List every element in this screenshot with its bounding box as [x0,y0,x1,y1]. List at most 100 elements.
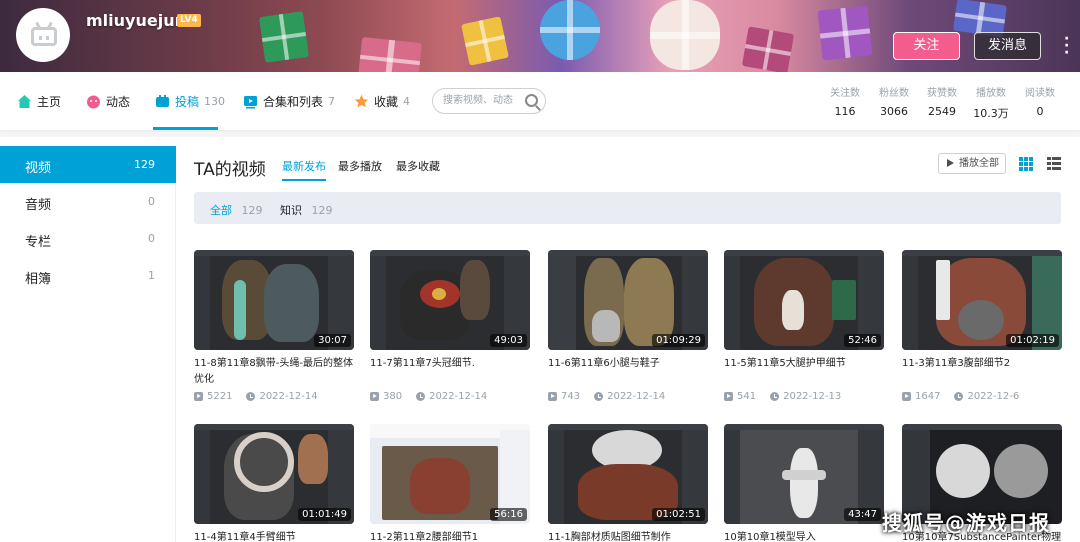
sidebar-item-count: 0 [148,232,155,245]
video-date: 2022-12-14 [259,391,318,402]
video-thumbnail[interactable]: 01:09:29 [548,250,708,350]
sort-tab-most-played[interactable]: 最多播放 [338,158,382,174]
video-title[interactable]: 11-6第11章6小腿与鞋子 [548,356,708,372]
video-meta: 1647 2022-12-6 [902,391,1019,402]
message-button[interactable]: 发消息 [974,32,1041,60]
video-thumbnail[interactable]: 01:01:49 [194,424,354,524]
sidebar-item-articles[interactable]: 专栏 0 [0,220,176,257]
tab-dynamic[interactable]: 动态 [86,72,130,130]
clock-icon [416,392,426,401]
video-title[interactable]: 11-1胸部材质贴图细节制作 [548,530,708,542]
sidebar-item-label: 视频 [25,161,52,176]
stat-following[interactable]: 关注数 116 [820,84,870,118]
sidebar-item-video[interactable]: 视频 129 [0,146,176,183]
sidebar-item-albums[interactable]: 相簿 1 [0,257,176,294]
tab-collections[interactable]: 合集和列表 7 [243,72,335,130]
video-thumbnail[interactable]: 30:07 [194,250,354,350]
video-title[interactable]: 11-8第11章8飘带-头绳-最后的整体优化 [194,356,354,388]
follow-button[interactable]: 关注 [893,32,960,60]
home-icon [17,94,32,109]
profile-nav: 主页 动态 投稿 130 合集和列表 7 收藏 4 搜索视频、动态 关注数 11… [0,72,1080,130]
source-watermark: 搜狐号@游戏日报 [882,511,1050,535]
clock-icon [770,392,780,401]
collection-icon [243,94,258,109]
more-menu-icon[interactable]: · · · [1064,32,1069,60]
tab-home-label: 主页 [37,94,62,109]
video-thumbnail[interactable]: 01:02:19 [902,250,1062,350]
list-view-icon[interactable] [1047,157,1061,171]
category-filter-bar: 全部 129 知识 129 [194,192,1061,224]
filter-knowledge[interactable]: 知识 129 [280,202,333,218]
video-title[interactable]: 11-5第11章5大腿护甲细节 [724,356,884,372]
sidebar-item-label: 相簿 [25,272,52,287]
video-thumbnail[interactable]: 43:47 [724,424,884,524]
video-play-count: 743 [561,391,581,402]
video-duration: 43:47 [844,508,881,521]
search-input[interactable]: 搜索视频、动态 [432,88,546,114]
tab-collections-count: 7 [328,94,336,108]
play-count-icon [548,392,557,401]
tab-favorites-count: 4 [403,94,411,108]
upload-icon [155,94,170,109]
clock-icon [246,392,256,401]
video-thumbnail[interactable]: 52:46 [724,250,884,350]
video-play-count: 380 [383,391,403,402]
video-duration: 01:01:49 [298,508,351,521]
username[interactable]: mliuyuejun [86,11,186,30]
play-icon [947,159,954,167]
stat-fans[interactable]: 粉丝数 3066 [869,84,919,118]
video-title[interactable]: 11-7第11章7头冠细节. [370,356,530,372]
banner-character-decoration [540,0,600,60]
video-meta: 380 2022-12-14 [370,391,487,402]
tab-home[interactable]: 主页 [17,72,61,130]
sort-tab-latest[interactable]: 最新发布 [282,158,326,181]
video-thumbnail[interactable]: 56:16 [370,424,530,524]
grid-view-icon[interactable] [1019,157,1033,171]
tab-upload-label: 投稿 [175,94,200,109]
banner-character-decoration [650,0,720,70]
play-count-icon [902,392,911,401]
video-play-count: 541 [737,391,757,402]
sidebar-item-count: 129 [134,158,155,171]
avatar[interactable] [16,8,70,62]
sort-tab-most-favorited[interactable]: 最多收藏 [396,158,440,174]
tab-favorites-label: 收藏 [374,94,399,109]
banner-gift-decoration [817,5,873,61]
video-meta: 743 2022-12-14 [548,391,665,402]
video-play-count: 1647 [915,391,941,402]
video-duration: 56:16 [490,508,527,521]
video-thumbnail[interactable]: 49:03 [370,250,530,350]
sidebar-item-audio[interactable]: 音频 0 [0,183,176,220]
content-sidebar: 视频 129 音频 0 专栏 0 相簿 1 [0,146,176,542]
video-duration: 01:09:29 [652,334,705,347]
video-title[interactable]: 11-2第11章2腰部细节1 [370,530,530,542]
sidebar-item-label: 音频 [25,198,52,213]
filter-all[interactable]: 全部 129 [210,202,263,218]
tab-upload-count: 130 [204,94,226,108]
search-icon[interactable] [525,94,538,107]
play-all-button[interactable]: 播放全部 [938,153,1006,174]
video-title[interactable]: 10第10章1模型导入 [724,530,884,542]
video-duration: 01:02:19 [1006,334,1059,347]
video-date: 2022-12-14 [429,391,488,402]
video-date: 2022-12-6 [967,391,1020,402]
stat-plays-value: 10.3万 [973,107,1009,120]
tab-upload[interactable]: 投稿 130 [155,72,225,130]
search-placeholder: 搜索视频、动态 [443,95,513,106]
video-title[interactable]: 11-3第11章3腹部细节2 [902,356,1062,372]
play-all-label: 播放全部 [959,158,999,169]
banner-gift-decoration [741,26,795,72]
sidebar-item-count: 0 [148,195,155,208]
stat-reads-value: 0 [1036,105,1044,118]
level-badge: LV4 [177,14,201,27]
tab-favorites[interactable]: 收藏 4 [354,72,410,130]
video-title[interactable]: 11-4第11章4手臂细节 [194,530,354,542]
video-date: 2022-12-13 [783,391,842,402]
stat-fans-label: 粉丝数 [879,88,909,99]
filter-all-label: 全部 [210,204,232,217]
section-title: TA的视频 [194,160,266,180]
stat-following-value: 116 [834,105,856,118]
video-thumbnail[interactable]: 01:02:51 [548,424,708,524]
sidebar-item-label: 专栏 [25,235,52,250]
clock-icon [594,392,604,401]
